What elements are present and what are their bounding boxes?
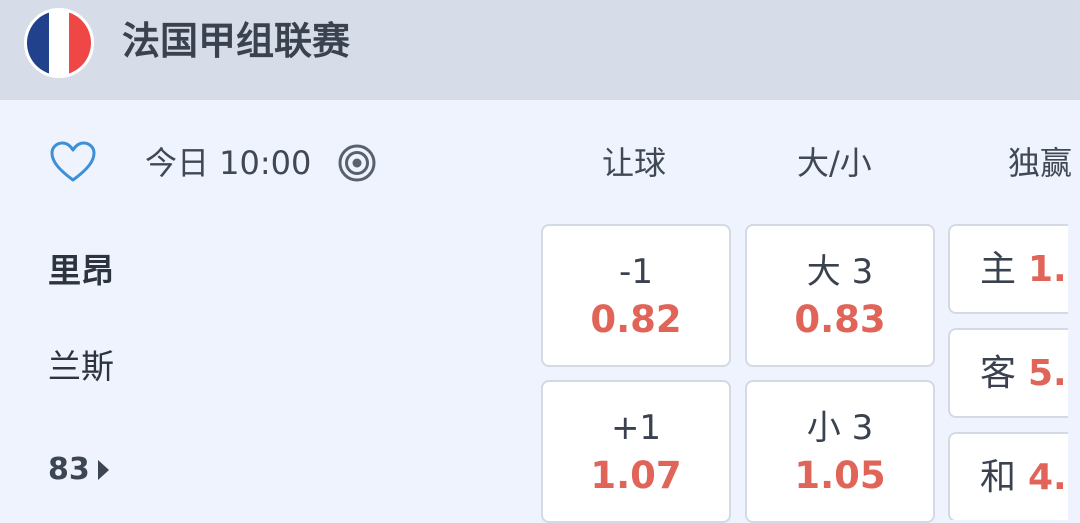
win-draw-odds-button[interactable]: 和 4.0 [948,432,1068,520]
handicap-line: -1 [619,252,653,292]
odds-price: 1.4 [1028,249,1068,290]
win-column: 主 1.4 客 5.3 和 4.0 [948,224,1068,520]
league-title: 法国甲组联赛 [122,19,351,63]
odds-price: 4.0 [1028,457,1068,498]
odds-price: 5.3 [1028,353,1068,394]
win-home-label: 主 [980,249,1017,290]
over-odds-button[interactable]: 大 3 0.83 [745,224,935,367]
heart-outline-icon[interactable] [48,138,98,188]
total-line: 小 3 [806,408,874,448]
france-flag-icon [24,8,94,78]
match-time: 今日 10:00 [145,144,312,182]
more-bets-link[interactable]: 83 [48,450,109,490]
win-away-odds-button[interactable]: 客 5.3 [948,328,1068,418]
target-icon[interactable] [336,142,378,184]
home-team-name: 里昂 [48,251,114,290]
away-team-name: 兰斯 [48,347,114,386]
under-odds-button[interactable]: 小 3 1.05 [745,380,935,523]
handicap-home-odds-button[interactable]: -1 0.82 [541,224,731,367]
more-bets-count: 83 [48,452,90,487]
odds-price: 1.05 [794,454,886,497]
handicap-away-odds-button[interactable]: +1 1.07 [541,380,731,523]
win-draw-label: 和 [980,457,1017,498]
column-header-handicap: 让球 [602,144,667,182]
total-line: 大 3 [806,252,874,292]
caret-right-icon [97,460,109,480]
odds-price: 1.07 [590,454,682,497]
win-home-odds-button[interactable]: 主 1.4 [948,224,1068,314]
league-header: 法国甲组联赛 [0,0,1080,100]
column-header-over-under: 大/小 [797,144,872,182]
win-away-label: 客 [980,353,1017,394]
odds-price: 0.82 [590,298,682,341]
handicap-line: +1 [610,408,662,448]
column-header-win: 独赢 [1008,144,1073,182]
odds-price: 0.83 [794,298,886,341]
